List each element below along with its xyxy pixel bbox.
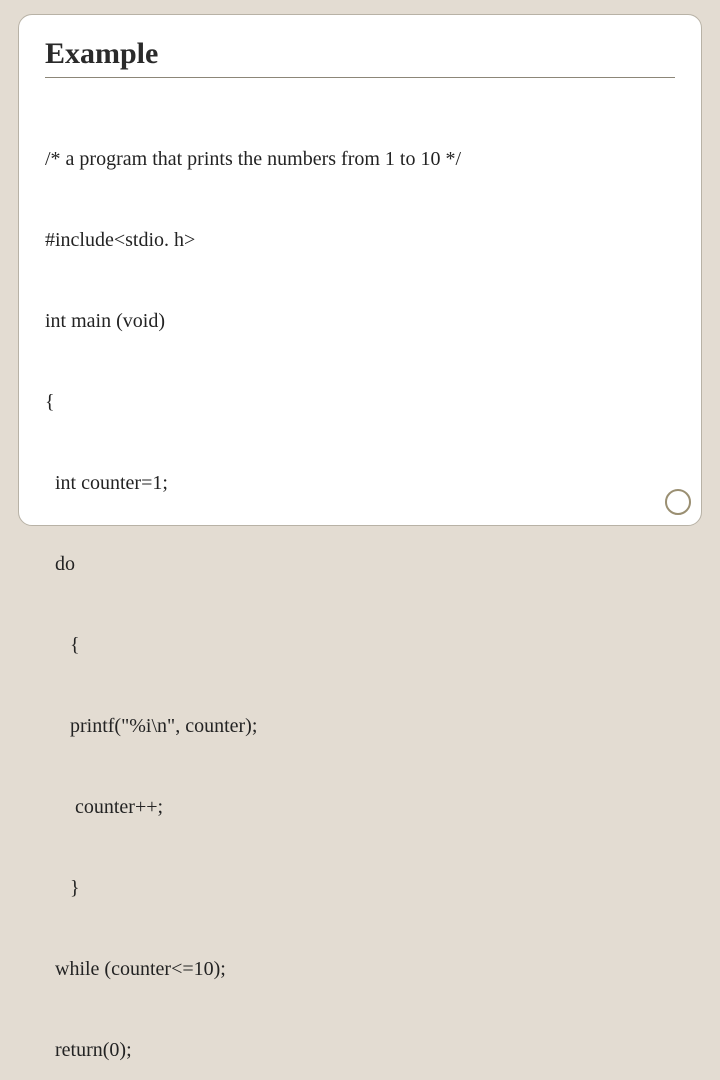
code-line: { bbox=[45, 632, 675, 659]
corner-decoration-icon bbox=[665, 489, 691, 515]
code-line: { bbox=[45, 389, 675, 416]
code-line: return(0); bbox=[45, 1037, 675, 1064]
code-line: #include<stdio. h> bbox=[45, 227, 675, 254]
slide-card: Example /* a program that prints the num… bbox=[18, 14, 702, 526]
title-divider bbox=[45, 77, 675, 78]
code-line: int counter=1; bbox=[45, 470, 675, 497]
code-line: do bbox=[45, 551, 675, 578]
code-line: /* a program that prints the numbers fro… bbox=[45, 146, 675, 173]
code-line: printf("%i\n", counter); bbox=[45, 713, 675, 740]
code-block: /* a program that prints the numbers fro… bbox=[45, 92, 675, 1080]
code-line: counter++; bbox=[45, 794, 675, 821]
code-line: int main (void) bbox=[45, 308, 675, 335]
code-line: while (counter<=10); bbox=[45, 956, 675, 983]
slide-title: Example bbox=[45, 37, 675, 71]
code-line: } bbox=[45, 875, 675, 902]
